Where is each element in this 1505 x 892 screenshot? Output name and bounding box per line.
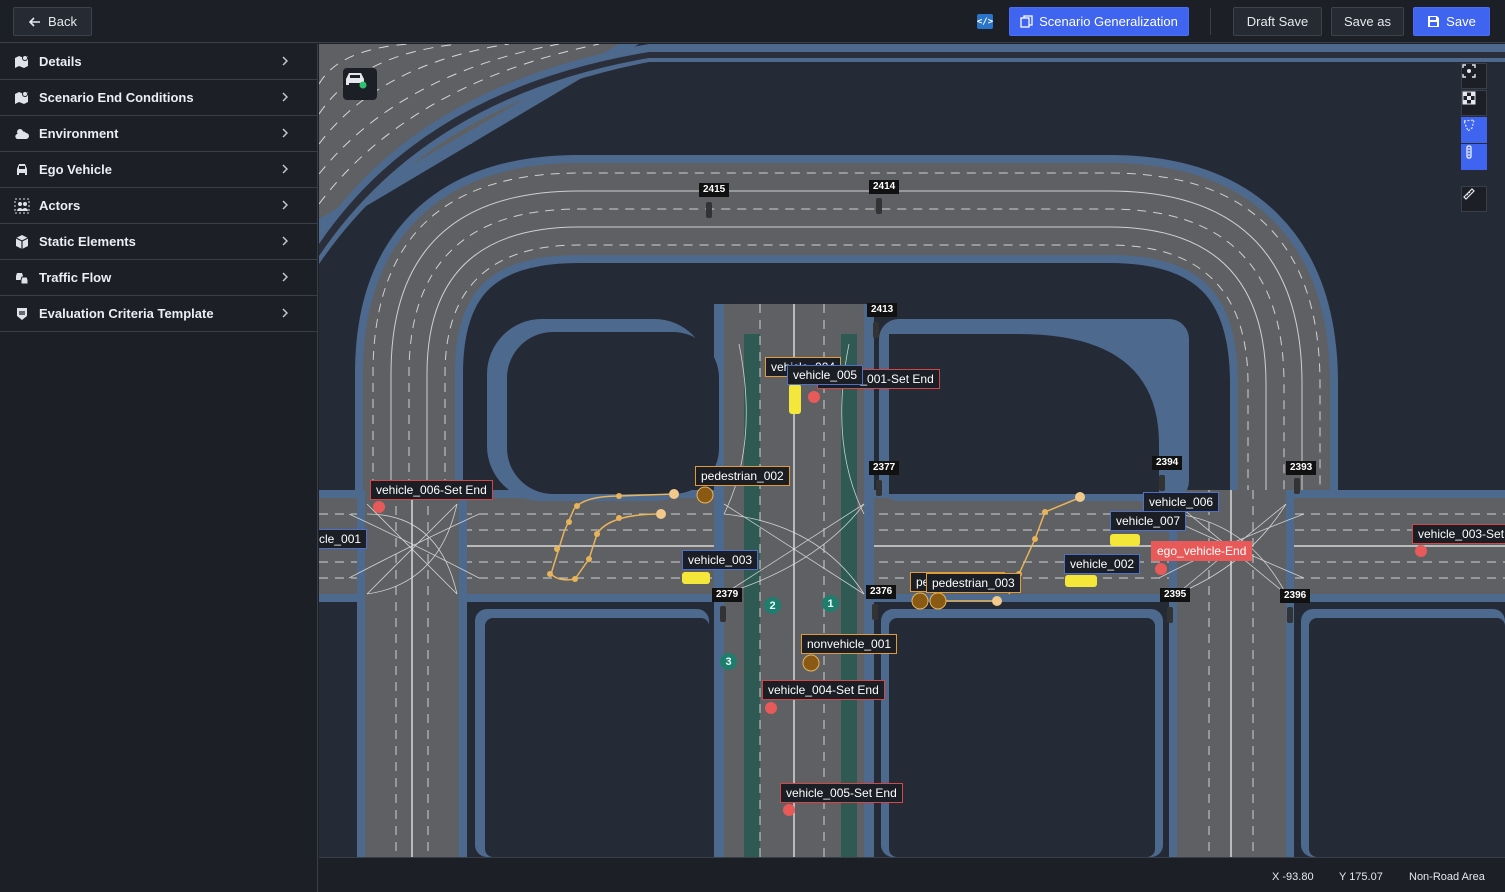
sidebar-item-static-elements[interactable]: Static Elements [0,224,317,260]
save-label: Save [1446,14,1476,29]
save-button[interactable]: Save [1413,7,1490,36]
back-label: Back [48,14,77,29]
vehicle-005-label[interactable]: vehicle_005 [787,365,864,385]
x-coordinate: X -93.80 [1272,871,1314,883]
lane-number-badge: 2 [764,597,781,614]
traffic-icon [14,270,30,286]
sidebar-item-traffic-flow[interactable]: Traffic Flow [0,260,317,296]
sidebar-item-scenario-end-conditions[interactable]: Scenario End Conditions [0,80,317,116]
vehicle-003-car [682,572,710,584]
vehicle-007-car [1110,534,1140,546]
fit-view-tool[interactable] [1461,63,1487,89]
save-as-button[interactable]: Save as [1331,7,1404,36]
car-icon [346,73,367,89]
draft-save-button[interactable]: Draft Save [1233,7,1322,36]
toolbar-divider [1210,8,1211,35]
car-icon [14,162,30,178]
vehicle-006-end-label[interactable]: vehicle_006-Set End [370,480,493,500]
chevron-right-icon [282,236,288,246]
sidebar-item-details[interactable]: Details [0,44,317,80]
ego-vehicle-end-label[interactable]: ego_vehicle-End [1151,541,1253,561]
code-icon[interactable]: </> [977,14,993,29]
sidebar-item-label: Static Elements [39,234,136,249]
weather-icon [14,126,30,142]
polygon-icon [1463,119,1475,132]
traffic-light-icon [1466,145,1472,159]
measure-tool[interactable] [1461,186,1487,212]
signal-label: 2414 [869,180,900,194]
chevron-right-icon [282,308,288,318]
vehicle-004-end-label[interactable]: vehicle_004-Set End [762,680,885,700]
signal-label: 2393 [1286,461,1317,475]
vehicle-003-label[interactable]: vehicle_003 [682,550,759,570]
arrow-left-icon [28,16,41,27]
back-button[interactable]: Back [13,7,92,36]
save-as-label: Save as [1344,14,1391,29]
sidebar-item-label: Traffic Flow [39,270,112,285]
checker-tool[interactable] [1461,90,1487,116]
sidebar-item-label: Evaluation Criteria Template [39,306,214,321]
signal-label: 2377 [869,461,900,475]
save-icon [1428,16,1440,27]
chevron-right-icon [282,200,288,210]
nonvehicle-001-label[interactable]: nonvehicle_001 [801,634,898,654]
vehicle-005-car [789,384,801,414]
scenario-generalization-button[interactable]: Scenario Generalization [1009,7,1189,36]
chevron-right-icon [282,272,288,282]
cube-icon [14,234,30,250]
vehicle-005-end-label[interactable]: vehicle_005-Set End [780,783,903,803]
chevron-right-icon [282,92,288,102]
signal-label: 2376 [866,585,897,599]
sidebar: Details Scenario End Conditions Environm… [0,44,318,892]
signal-label: 2415 [699,183,730,197]
shield-icon [14,306,30,322]
vehicle-002-car [1065,575,1097,587]
sidebar-item-environment[interactable]: Environment [0,116,317,152]
sidebar-item-label: Details [39,54,82,69]
chevron-right-icon [282,128,288,138]
map-icon [14,54,30,70]
chevron-right-icon [282,164,288,174]
lane-number-badge: 3 [720,653,737,670]
vehicle-002-label[interactable]: vehicle_002 [1064,554,1141,574]
signal-label: 2379 [712,588,743,602]
chevron-right-icon [282,56,288,66]
signal-label: 2413 [867,303,898,317]
vehicle-view-button[interactable] [343,68,377,100]
sidebar-item-actors[interactable]: Actors [0,188,317,224]
copy-icon [1020,15,1033,28]
signal-label: 2396 [1280,589,1311,603]
ruler-icon [1463,188,1475,200]
road-network [319,44,1505,857]
map-flag-icon [14,90,30,106]
traffic-light-tool[interactable] [1461,144,1487,170]
vehicle-007-label[interactable]: vehicle_007 [1110,511,1187,531]
sidebar-item-label: Scenario End Conditions [39,90,194,105]
actors-icon [14,198,30,214]
vehicle-001-label[interactable]: vehicle_001 [319,529,368,549]
pedestrian-002-label[interactable]: pedestrian_002 [695,466,790,486]
lane-number-badge: 1 [822,595,839,612]
pedestrian-003-label[interactable]: pedestrian_003 [926,573,1021,593]
status-bar: X -93.80 Y 175.07 Non-Road Area [319,857,1505,892]
scenario-generalization-label: Scenario Generalization [1039,14,1178,29]
sidebar-item-label: Actors [39,198,81,213]
signal-label: 2395 [1160,588,1191,602]
top-toolbar: Back </> Scenario Generalization Draft S… [0,0,1505,43]
draft-save-label: Draft Save [1246,14,1309,29]
y-coordinate: Y 175.07 [1339,871,1383,883]
vehicle-006-label[interactable]: vehicle_006 [1143,492,1220,512]
sidebar-item-label: Environment [39,126,119,141]
map-canvas[interactable]: 2415 2414 2413 2377 2394 2393 2379 2376 … [319,44,1505,857]
vehicle-003-end-label[interactable]: vehicle_003-Set End [1412,524,1505,544]
signal-label: 2394 [1152,456,1183,470]
checkerboard-icon [1462,91,1476,105]
focus-icon [1462,64,1476,78]
sidebar-item-evaluation-criteria-template[interactable]: Evaluation Criteria Template [0,296,317,332]
area-type: Non-Road Area [1409,871,1485,883]
sidebar-item-label: Ego Vehicle [39,162,112,177]
sidebar-item-ego-vehicle[interactable]: Ego Vehicle [0,152,317,188]
area-tool[interactable] [1461,117,1487,143]
